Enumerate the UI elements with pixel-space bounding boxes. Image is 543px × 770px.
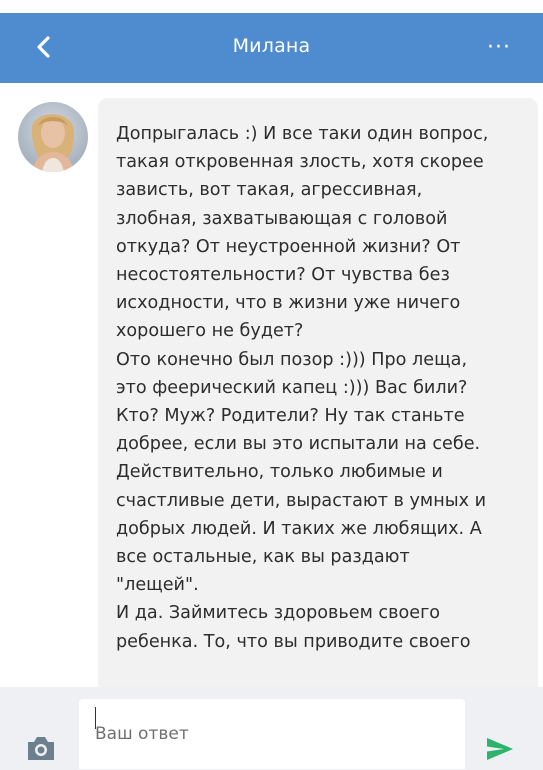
conversation-area[interactable]: Допрыгалась :) И все таки один вопрос, т…: [0, 83, 543, 687]
message-bubble[interactable]: Допрыгалась :) И все таки один вопрос, т…: [98, 98, 538, 687]
reply-composer: [0, 687, 543, 770]
send-button[interactable]: [484, 734, 516, 764]
chat-title: Милана: [232, 35, 311, 57]
more-options-button[interactable]: ···: [481, 29, 517, 65]
message-text: Допрыгалась :) И все таки один вопрос, т…: [116, 124, 489, 652]
camera-button[interactable]: [24, 733, 58, 763]
camera-icon: [28, 737, 54, 760]
status-bar-strip: [0, 0, 543, 13]
avatar-photo: [18, 102, 88, 172]
avatar[interactable]: [18, 102, 88, 172]
send-icon: [487, 738, 513, 760]
more-icon: ···: [487, 34, 511, 60]
text-caret: [95, 707, 96, 729]
chat-header: Милана ···: [0, 13, 543, 83]
reply-input[interactable]: [79, 699, 465, 769]
